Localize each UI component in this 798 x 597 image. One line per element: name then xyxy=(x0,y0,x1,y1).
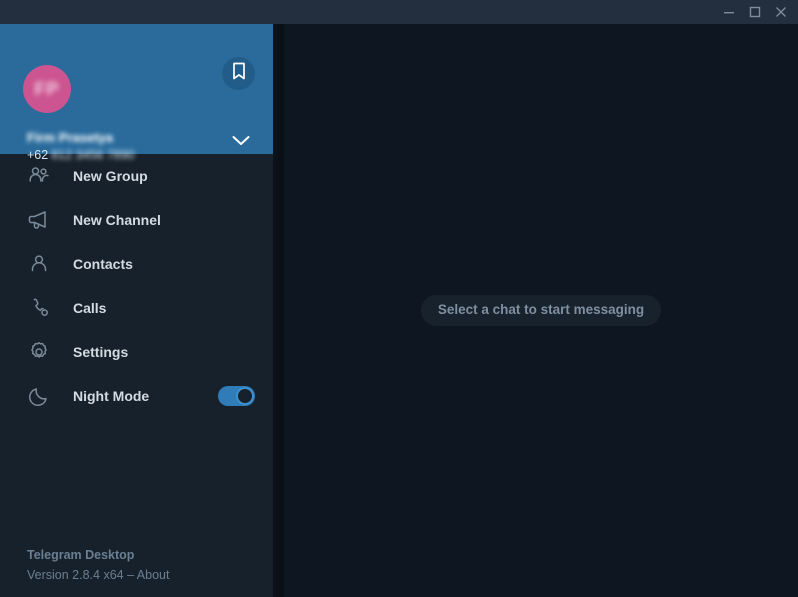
app-info-footer: Telegram Desktop Version 2.8.4 x64 – Abo… xyxy=(27,548,169,582)
avatar-initials: FP xyxy=(34,78,60,99)
menu-item-night-mode[interactable]: Night Mode xyxy=(0,374,273,418)
menu-item-label: Night Mode xyxy=(73,388,150,404)
menu-item-label: New Channel xyxy=(73,212,161,228)
chat-area: Select a chat to start messaging xyxy=(284,24,798,597)
maximize-button[interactable] xyxy=(742,0,768,24)
megaphone-icon xyxy=(25,206,53,234)
title-bar[interactable] xyxy=(0,0,798,24)
sidebar-divider xyxy=(273,24,284,597)
minimize-icon xyxy=(723,6,735,18)
person-icon xyxy=(25,250,53,278)
empty-state-message: Select a chat to start messaging xyxy=(420,295,662,326)
minimize-button[interactable] xyxy=(716,0,742,24)
menu-item-label: Calls xyxy=(73,300,107,316)
menu-item-new-group[interactable]: New Group xyxy=(0,154,273,198)
night-mode-toggle[interactable] xyxy=(218,386,255,406)
gear-icon xyxy=(25,338,53,366)
main-menu-sidebar: FP Firm Prasetya +62 812 3456 7890 New G… xyxy=(0,24,273,597)
menu-item-new-channel[interactable]: New Channel xyxy=(0,198,273,242)
maximize-icon xyxy=(749,6,761,18)
account-expand-button[interactable] xyxy=(230,135,252,149)
avatar[interactable]: FP xyxy=(23,65,71,113)
menu-item-contacts[interactable]: Contacts xyxy=(0,242,273,286)
menu-item-label: Settings xyxy=(73,344,129,360)
bookmark-icon xyxy=(231,62,247,85)
phone-icon xyxy=(25,294,53,322)
saved-messages-button[interactable] xyxy=(222,57,255,90)
telegram-desktop-window: FP Firm Prasetya +62 812 3456 7890 New G… xyxy=(0,0,798,597)
account-header: FP Firm Prasetya +62 812 3456 7890 xyxy=(0,24,273,162)
menu-item-calls[interactable]: Calls xyxy=(0,286,273,330)
menu-list: New Group New Channel Contacts Calls Set… xyxy=(0,154,273,418)
close-button[interactable] xyxy=(768,0,794,24)
menu-item-label: Contacts xyxy=(73,256,133,272)
moon-icon xyxy=(25,382,53,410)
app-version-label[interactable]: Version 2.8.4 x64 – About xyxy=(27,568,169,582)
users-icon xyxy=(25,162,53,190)
menu-item-label: New Group xyxy=(73,168,148,184)
toggle-knob xyxy=(236,387,254,405)
account-name: Firm Prasetya xyxy=(27,130,113,145)
close-icon xyxy=(775,6,787,18)
chevron-down-icon xyxy=(232,133,250,151)
app-name-label: Telegram Desktop xyxy=(27,548,135,562)
menu-item-settings[interactable]: Settings xyxy=(0,330,273,374)
